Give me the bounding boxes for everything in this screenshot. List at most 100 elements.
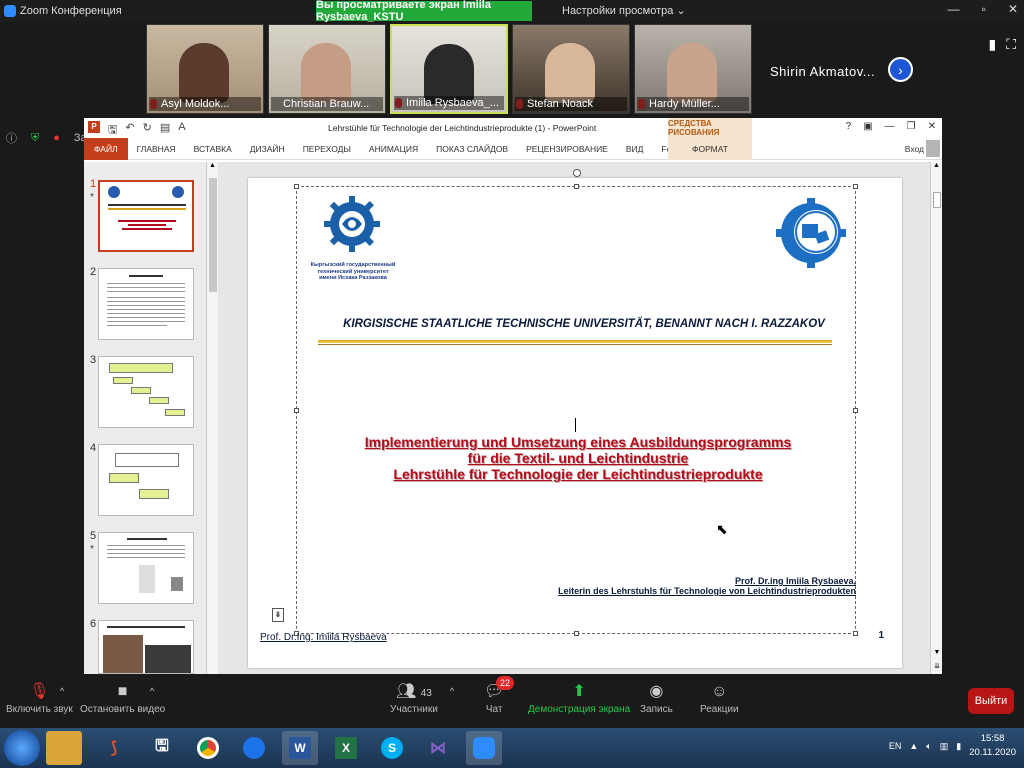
next-slide-icon[interactable]: ⇊ bbox=[931, 662, 943, 670]
tray-chevron-icon[interactable]: ▲ bbox=[909, 741, 918, 751]
slide-scrollbar[interactable]: ▲ ▼ ⇊ bbox=[930, 162, 942, 674]
powerpoint-logo-icon: P bbox=[88, 121, 100, 133]
resize-handle[interactable] bbox=[853, 631, 858, 636]
zoom-meeting-controls: 🎙︎ Включить звук ^ ■ Остановить видео ^ … bbox=[0, 674, 1024, 728]
info-icon[interactable]: ⓘ bbox=[6, 130, 17, 146]
slide-thumbnail-5[interactable] bbox=[98, 532, 194, 604]
slide-thumbnail-2[interactable] bbox=[98, 268, 194, 340]
leave-meeting-button[interactable]: Выйти bbox=[968, 688, 1014, 714]
tab-insert[interactable]: ВСТАВКА bbox=[185, 144, 241, 154]
audio-options-chevron-icon[interactable]: ^ bbox=[60, 686, 64, 696]
fit-slide-button[interactable]: ⇟ bbox=[272, 608, 284, 622]
close-icon[interactable]: ✕ bbox=[928, 121, 936, 132]
selected-placeholder[interactable] bbox=[294, 169, 858, 636]
tab-home[interactable]: ГЛАВНАЯ bbox=[128, 144, 185, 154]
thumb-box bbox=[139, 489, 169, 499]
maximize-icon[interactable]: ▫ bbox=[982, 2, 986, 16]
text-cursor bbox=[575, 418, 576, 432]
screen-share-banner: Вы просматриваете экран Imiila Rysbaeva_… bbox=[316, 0, 532, 23]
language-indicator[interactable]: EN bbox=[889, 741, 902, 751]
speaker-view-icon[interactable]: ▮ bbox=[988, 36, 996, 53]
help-icon[interactable]: ? bbox=[846, 121, 852, 132]
record-button[interactable]: ◉ Запись bbox=[640, 680, 673, 715]
user-avatar-icon[interactable] bbox=[926, 140, 940, 157]
fullscreen-icon[interactable]: ⛶ bbox=[1006, 36, 1016, 53]
video-options-chevron-icon[interactable]: ^ bbox=[150, 686, 154, 696]
word-icon[interactable]: W bbox=[282, 731, 318, 765]
resize-handle[interactable] bbox=[294, 184, 299, 189]
visual-studio-icon[interactable]: ⋈ bbox=[420, 731, 456, 765]
view-settings-button[interactable]: Настройки просмотра ⌄ bbox=[562, 4, 686, 17]
resize-handle[interactable] bbox=[853, 408, 858, 413]
scroll-up-icon[interactable]: ▲ bbox=[931, 162, 942, 169]
participant-tile[interactable]: Asyl Moldok... bbox=[146, 24, 264, 114]
rotate-handle-icon[interactable] bbox=[573, 169, 581, 177]
tab-transitions[interactable]: ПЕРЕХОДЫ bbox=[294, 144, 360, 154]
participant-tile[interactable]: Stefan Noack bbox=[512, 24, 630, 114]
reactions-button[interactable]: ☺ Реакции bbox=[700, 680, 739, 715]
zoom-app-label: Zoom Конференция bbox=[0, 5, 122, 17]
teamviewer-icon[interactable] bbox=[236, 731, 272, 765]
disk-icon[interactable]: 🖫 bbox=[144, 731, 180, 765]
tab-file[interactable]: ФАЙЛ bbox=[84, 137, 128, 160]
participant-name: Imiila Rysbaeva_... bbox=[394, 96, 504, 110]
resize-handle[interactable] bbox=[574, 184, 579, 189]
slide-thumbnail-4[interactable] bbox=[98, 444, 194, 516]
thumb-box bbox=[115, 453, 179, 467]
resize-handle[interactable] bbox=[853, 184, 858, 189]
thumbnail-scrollbar[interactable]: ▲ bbox=[206, 162, 218, 674]
author-block[interactable]: Prof. Dr.ing Imiila Rysbaeva, Leiterin d… bbox=[558, 576, 856, 596]
scrollbar-thumb[interactable] bbox=[209, 178, 217, 292]
logo-thumbnail-icon bbox=[172, 186, 184, 198]
zoom-window: Zoom Конференция Вы просматриваете экран… bbox=[0, 0, 1024, 768]
thumb-line bbox=[129, 275, 163, 277]
thumbnail-number: 1 bbox=[90, 178, 97, 190]
taskbar-clock[interactable]: 15:58 20.11.2020 bbox=[969, 732, 1016, 760]
tab-slideshow[interactable]: ПОКАЗ СЛАЙДОВ bbox=[427, 144, 517, 154]
volume-icon[interactable]: 🔈︎ bbox=[926, 741, 931, 752]
scroll-up-icon[interactable]: ▲ bbox=[207, 162, 218, 169]
sign-in-link[interactable]: Вход bbox=[905, 144, 924, 154]
tab-format[interactable]: ФОРМАТ bbox=[668, 138, 752, 160]
scrollbar-thumb[interactable] bbox=[933, 192, 941, 208]
skype-icon[interactable]: S bbox=[374, 731, 410, 765]
next-page-button[interactable]: › bbox=[888, 57, 913, 82]
tab-design[interactable]: ДИЗАЙН bbox=[241, 144, 294, 154]
slide-thumbnail-1[interactable] bbox=[98, 180, 194, 252]
thumb-line bbox=[107, 283, 185, 284]
adobe-reader-icon[interactable]: ⟆ bbox=[96, 731, 132, 765]
slide-thumbnail-6[interactable] bbox=[98, 620, 194, 674]
resize-handle[interactable] bbox=[574, 631, 579, 636]
tab-view[interactable]: ВИД bbox=[617, 144, 653, 154]
file-explorer-icon[interactable] bbox=[46, 731, 82, 765]
close-icon[interactable]: ✕ bbox=[1008, 2, 1018, 16]
slide-thumbnail-3[interactable] bbox=[98, 356, 194, 428]
shield-icon[interactable]: ⛨ bbox=[31, 132, 39, 145]
logo-thumbnail-icon bbox=[108, 186, 120, 198]
participants-icon: 👥︎ 43 bbox=[395, 683, 432, 700]
network-icon[interactable]: ▥ bbox=[940, 741, 949, 752]
action-center-icon[interactable]: ▮ bbox=[956, 741, 961, 752]
ribbon-display-icon[interactable]: ▣ bbox=[863, 121, 872, 132]
participant-tile[interactable]: Hardy Müller... bbox=[634, 24, 752, 114]
participants-button[interactable]: 👥︎ 43 Участники bbox=[390, 680, 438, 715]
participant-tile-active-speaker[interactable]: Imiila Rysbaeva_... bbox=[390, 24, 508, 114]
zoom-taskbar-icon[interactable] bbox=[466, 731, 502, 765]
resize-handle[interactable] bbox=[294, 408, 299, 413]
slide-canvas[interactable]: Кыргызский государственный технический у… bbox=[248, 169, 902, 668]
participants-options-chevron-icon[interactable]: ^ bbox=[450, 686, 454, 696]
chrome-icon[interactable] bbox=[190, 731, 226, 765]
scroll-down-icon[interactable]: ▼ bbox=[931, 649, 943, 656]
start-button[interactable] bbox=[4, 730, 40, 766]
minimize-icon[interactable]: — bbox=[948, 2, 960, 16]
participant-tile[interactable]: Christian Brauw... bbox=[268, 24, 386, 114]
restore-icon[interactable]: ❐ bbox=[907, 121, 916, 132]
share-screen-button[interactable]: ⬆ Демонстрация экрана bbox=[528, 680, 630, 715]
minimize-icon[interactable]: — bbox=[885, 121, 895, 132]
author-name: Prof. Dr.ing Imiila Rysbaeva, bbox=[734, 576, 856, 586]
presentation-title[interactable]: Implementierung und Umsetzung eines Ausb… bbox=[288, 434, 868, 482]
tab-animation[interactable]: АНИМАЦИЯ bbox=[360, 144, 427, 154]
excel-icon[interactable]: X bbox=[328, 731, 364, 765]
unmute-label: Включить звук bbox=[6, 704, 73, 715]
tab-review[interactable]: РЕЦЕНЗИРОВАНИЕ bbox=[517, 144, 617, 154]
